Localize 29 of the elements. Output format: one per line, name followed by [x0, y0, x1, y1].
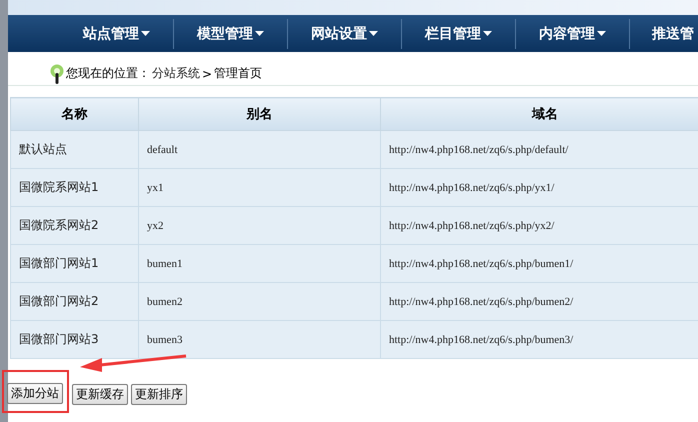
nav-menu-item[interactable]: 栏目管理 [402, 24, 515, 42]
table-cell: 默认站点 [10, 130, 138, 168]
column-header: 域名 [380, 98, 698, 130]
table-cell: bumen1 [138, 244, 380, 282]
table-cell: 国微院系网站2 [10, 206, 138, 244]
action-button[interactable]: 更新缓存 [72, 384, 128, 404]
bulb-icon [50, 62, 64, 84]
table-cell: 国微部门网站2 [10, 282, 138, 320]
table-cell: yx2 [138, 206, 380, 244]
breadcrumb-current: 管理首页 [214, 65, 262, 82]
nav-menu-item[interactable]: 站点管理 [60, 24, 173, 42]
action-button[interactable]: 更新排序 [131, 384, 187, 404]
location-label: 您现在的位置： [66, 65, 150, 82]
nav-menu-item[interactable]: 内容管理 [516, 24, 629, 42]
table-cell: 国微院系网站1 [10, 168, 138, 206]
table-cell: yx1 [138, 168, 380, 206]
column-header: 别名 [138, 98, 380, 130]
nav-menu-item[interactable]: 推送管 [630, 24, 694, 42]
table-cell: default [138, 130, 380, 168]
nav-menu-item[interactable]: 模型管理 [174, 24, 287, 42]
table-cell: bumen2 [138, 282, 380, 320]
breadcrumb-link[interactable]: 分站系统 [152, 65, 200, 82]
action-button[interactable]: 添加分站 [7, 383, 63, 404]
table-cell: 国微部门网站3 [10, 320, 138, 358]
column-header: 名称 [10, 98, 138, 130]
breadcrumb-separator: > [202, 66, 212, 80]
table-cell: bumen3 [138, 320, 380, 358]
table-cell: 国微部门网站1 [10, 244, 138, 282]
nav-menu-item[interactable]: 网站设置 [288, 24, 401, 42]
